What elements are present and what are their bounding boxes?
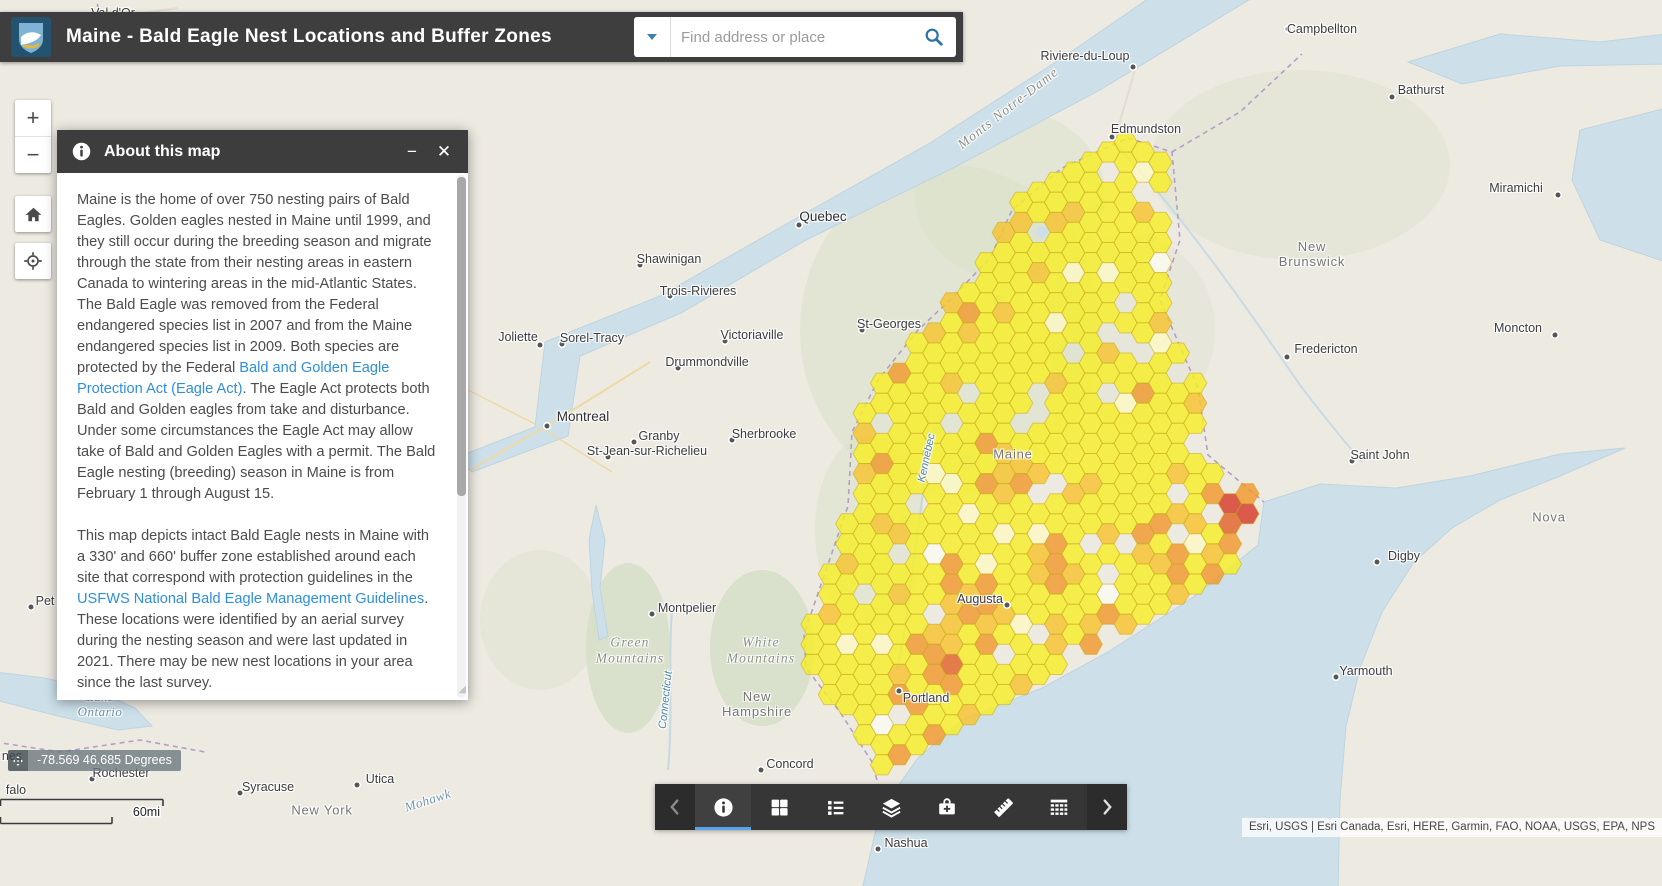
about-paragraph-1: Maine is the home of over 750 nesting pa… — [77, 190, 436, 505]
toolbar-legend-button[interactable] — [807, 784, 863, 830]
scrollbar-thumb[interactable] — [457, 177, 466, 496]
panel-scrollbar — [457, 175, 466, 698]
map-canvas[interactable]: Val d'OrCampbelltonBathurstRiviere-du-Lo… — [0, 0, 1662, 886]
ruler-icon — [992, 796, 1015, 819]
chevron-left-icon — [664, 796, 686, 818]
chevron-right-icon — [1096, 796, 1118, 818]
toolbar-layer-list-button[interactable] — [863, 784, 919, 830]
zoom-out-button[interactable]: − — [15, 136, 51, 173]
about-text: Maine is the home of over 750 nesting pa… — [77, 192, 432, 376]
search-button[interactable] — [912, 17, 956, 57]
widget-toolbar — [655, 784, 1127, 830]
basemap-grid-icon — [769, 797, 790, 818]
home-icon — [24, 205, 43, 224]
search-widget — [634, 17, 956, 57]
about-panel-title: About this map — [104, 143, 394, 161]
about-panel-body: Maine is the home of over 750 nesting pa… — [57, 173, 468, 700]
usfws-guidelines-link[interactable]: USFWS National Bald Eagle Management Gui… — [77, 591, 424, 607]
locate-control — [15, 243, 51, 279]
toolbar-measurement-button[interactable] — [975, 784, 1031, 830]
toolbar-next-button[interactable] — [1087, 784, 1127, 830]
search-input[interactable] — [671, 17, 912, 57]
about-panel-header: About this map − ✕ — [57, 130, 468, 173]
coordinates-move-icon — [8, 750, 28, 771]
toolbar-previous-button[interactable] — [655, 784, 695, 830]
legend-list-icon — [825, 797, 846, 818]
toolbar-attribute-table-button[interactable] — [1031, 784, 1087, 830]
toolbar-about-button[interactable] — [695, 784, 751, 830]
toolbar-basemap-gallery-button[interactable] — [751, 784, 807, 830]
minimize-button[interactable]: − — [398, 138, 426, 166]
toolbar-add-data-button[interactable] — [919, 784, 975, 830]
home-control — [15, 196, 51, 232]
about-text: . The Eagle Act protects both Bald and G… — [77, 381, 435, 502]
info-circle-icon — [71, 141, 92, 162]
magnifier-icon — [923, 26, 945, 48]
table-grid-icon — [1048, 796, 1070, 818]
close-button[interactable]: ✕ — [430, 138, 458, 166]
usfws-logo — [11, 17, 51, 57]
app-header: Maine - Bald Eagle Nest Locations and Bu… — [0, 12, 963, 62]
layers-icon — [880, 796, 903, 819]
coordinates-readout: -78.569 46.685 Degrees — [28, 750, 181, 771]
resize-handle-icon[interactable] — [458, 679, 466, 700]
page-title: Maine - Bald Eagle Nest Locations and Bu… — [66, 26, 552, 48]
info-icon — [712, 796, 735, 819]
about-paragraph-2: This map depicts intact Bald Eagle nests… — [77, 526, 436, 694]
add-data-bag-icon — [936, 796, 958, 818]
about-panel: About this map − ✕ Maine is the home of … — [57, 130, 468, 700]
zoom-in-button[interactable]: + — [15, 100, 51, 136]
caret-down-icon — [647, 34, 657, 40]
search-source-dropdown[interactable] — [634, 17, 671, 57]
map-attribution: Esri, USGS | Esri Canada, Esri, HERE, Ga… — [1242, 818, 1662, 837]
locate-button[interactable] — [15, 243, 51, 279]
home-button[interactable] — [15, 196, 51, 232]
zoom-control: + − — [15, 100, 51, 173]
coordinates-widget[interactable]: -78.569 46.685 Degrees — [8, 750, 181, 771]
locate-crosshair-icon — [23, 251, 43, 271]
about-text: This map depicts intact Bald Eagle nests… — [77, 528, 429, 586]
usfws-shield-icon — [11, 17, 51, 57]
